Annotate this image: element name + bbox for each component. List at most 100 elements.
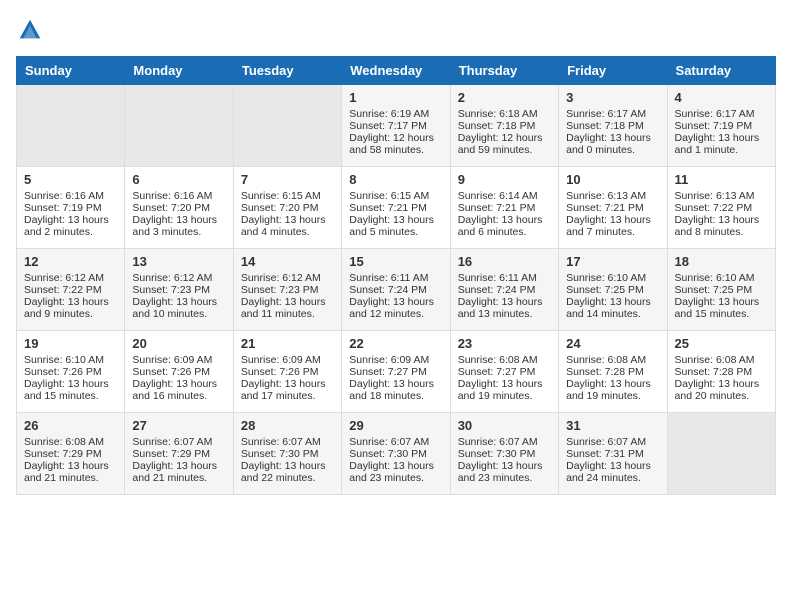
- sunrise-text: Sunrise: 6:07 AM: [132, 436, 212, 448]
- sunrise-text: Sunrise: 6:16 AM: [132, 190, 212, 202]
- day-number: 24: [566, 336, 659, 351]
- calendar-cell: [17, 85, 125, 167]
- day-number: 25: [675, 336, 768, 351]
- sunset-text: Sunset: 7:25 PM: [675, 284, 753, 296]
- column-header-sunday: Sunday: [17, 57, 125, 85]
- sunset-text: Sunset: 7:30 PM: [349, 448, 427, 460]
- sunset-text: Sunset: 7:19 PM: [675, 120, 753, 132]
- sunrise-text: Sunrise: 6:10 AM: [675, 272, 755, 284]
- sunset-text: Sunset: 7:20 PM: [132, 202, 210, 214]
- calendar-cell: 6 Sunrise: 6:16 AM Sunset: 7:20 PM Dayli…: [125, 167, 233, 249]
- daylight-text: Daylight: 13 hours and 19 minutes.: [458, 378, 543, 402]
- day-number: 22: [349, 336, 442, 351]
- daylight-text: Daylight: 13 hours and 11 minutes.: [241, 296, 326, 320]
- sunset-text: Sunset: 7:17 PM: [349, 120, 427, 132]
- sunset-text: Sunset: 7:26 PM: [132, 366, 210, 378]
- sunset-text: Sunset: 7:26 PM: [241, 366, 319, 378]
- sunrise-text: Sunrise: 6:15 AM: [349, 190, 429, 202]
- sunrise-text: Sunrise: 6:18 AM: [458, 108, 538, 120]
- sunrise-text: Sunrise: 6:07 AM: [458, 436, 538, 448]
- day-number: 20: [132, 336, 225, 351]
- calendar-week-row: 26 Sunrise: 6:08 AM Sunset: 7:29 PM Dayl…: [17, 413, 776, 495]
- calendar-cell: 15 Sunrise: 6:11 AM Sunset: 7:24 PM Dayl…: [342, 249, 450, 331]
- sunrise-text: Sunrise: 6:09 AM: [241, 354, 321, 366]
- day-number: 23: [458, 336, 551, 351]
- daylight-text: Daylight: 13 hours and 23 minutes.: [349, 460, 434, 484]
- calendar-cell: [233, 85, 341, 167]
- daylight-text: Daylight: 13 hours and 2 minutes.: [24, 214, 109, 238]
- daylight-text: Daylight: 13 hours and 12 minutes.: [349, 296, 434, 320]
- calendar-cell: [125, 85, 233, 167]
- day-number: 21: [241, 336, 334, 351]
- sunset-text: Sunset: 7:27 PM: [349, 366, 427, 378]
- daylight-text: Daylight: 12 hours and 58 minutes.: [349, 132, 434, 156]
- calendar-cell: 24 Sunrise: 6:08 AM Sunset: 7:28 PM Dayl…: [559, 331, 667, 413]
- day-number: 31: [566, 418, 659, 433]
- calendar-cell: 9 Sunrise: 6:14 AM Sunset: 7:21 PM Dayli…: [450, 167, 558, 249]
- day-number: 12: [24, 254, 117, 269]
- sunset-text: Sunset: 7:23 PM: [132, 284, 210, 296]
- sunset-text: Sunset: 7:19 PM: [24, 202, 102, 214]
- sunrise-text: Sunrise: 6:07 AM: [349, 436, 429, 448]
- sunrise-text: Sunrise: 6:19 AM: [349, 108, 429, 120]
- calendar-cell: 12 Sunrise: 6:12 AM Sunset: 7:22 PM Dayl…: [17, 249, 125, 331]
- daylight-text: Daylight: 13 hours and 1 minute.: [675, 132, 760, 156]
- calendar-cell: 30 Sunrise: 6:07 AM Sunset: 7:30 PM Dayl…: [450, 413, 558, 495]
- day-number: 27: [132, 418, 225, 433]
- calendar-cell: 20 Sunrise: 6:09 AM Sunset: 7:26 PM Dayl…: [125, 331, 233, 413]
- daylight-text: Daylight: 13 hours and 15 minutes.: [24, 378, 109, 402]
- calendar-cell: 2 Sunrise: 6:18 AM Sunset: 7:18 PM Dayli…: [450, 85, 558, 167]
- sunrise-text: Sunrise: 6:07 AM: [241, 436, 321, 448]
- calendar-cell: 1 Sunrise: 6:19 AM Sunset: 7:17 PM Dayli…: [342, 85, 450, 167]
- sunset-text: Sunset: 7:18 PM: [458, 120, 536, 132]
- calendar-cell: 29 Sunrise: 6:07 AM Sunset: 7:30 PM Dayl…: [342, 413, 450, 495]
- daylight-text: Daylight: 13 hours and 18 minutes.: [349, 378, 434, 402]
- daylight-text: Daylight: 13 hours and 0 minutes.: [566, 132, 651, 156]
- sunrise-text: Sunrise: 6:08 AM: [566, 354, 646, 366]
- day-number: 2: [458, 90, 551, 105]
- sunrise-text: Sunrise: 6:08 AM: [675, 354, 755, 366]
- sunset-text: Sunset: 7:21 PM: [566, 202, 644, 214]
- sunrise-text: Sunrise: 6:17 AM: [675, 108, 755, 120]
- calendar-cell: 8 Sunrise: 6:15 AM Sunset: 7:21 PM Dayli…: [342, 167, 450, 249]
- sunset-text: Sunset: 7:24 PM: [458, 284, 536, 296]
- day-number: 10: [566, 172, 659, 187]
- sunset-text: Sunset: 7:29 PM: [24, 448, 102, 460]
- day-number: 14: [241, 254, 334, 269]
- calendar-cell: 16 Sunrise: 6:11 AM Sunset: 7:24 PM Dayl…: [450, 249, 558, 331]
- day-number: 30: [458, 418, 551, 433]
- sunset-text: Sunset: 7:21 PM: [458, 202, 536, 214]
- calendar-cell: 3 Sunrise: 6:17 AM Sunset: 7:18 PM Dayli…: [559, 85, 667, 167]
- sunrise-text: Sunrise: 6:08 AM: [458, 354, 538, 366]
- daylight-text: Daylight: 12 hours and 59 minutes.: [458, 132, 543, 156]
- daylight-text: Daylight: 13 hours and 13 minutes.: [458, 296, 543, 320]
- calendar-week-row: 19 Sunrise: 6:10 AM Sunset: 7:26 PM Dayl…: [17, 331, 776, 413]
- sunset-text: Sunset: 7:25 PM: [566, 284, 644, 296]
- column-header-tuesday: Tuesday: [233, 57, 341, 85]
- daylight-text: Daylight: 13 hours and 23 minutes.: [458, 460, 543, 484]
- daylight-text: Daylight: 13 hours and 24 minutes.: [566, 460, 651, 484]
- daylight-text: Daylight: 13 hours and 10 minutes.: [132, 296, 217, 320]
- sunrise-text: Sunrise: 6:08 AM: [24, 436, 104, 448]
- calendar-cell: 17 Sunrise: 6:10 AM Sunset: 7:25 PM Dayl…: [559, 249, 667, 331]
- daylight-text: Daylight: 13 hours and 4 minutes.: [241, 214, 326, 238]
- sunset-text: Sunset: 7:21 PM: [349, 202, 427, 214]
- daylight-text: Daylight: 13 hours and 21 minutes.: [132, 460, 217, 484]
- sunset-text: Sunset: 7:30 PM: [241, 448, 319, 460]
- sunset-text: Sunset: 7:27 PM: [458, 366, 536, 378]
- calendar-cell: 5 Sunrise: 6:16 AM Sunset: 7:19 PM Dayli…: [17, 167, 125, 249]
- sunset-text: Sunset: 7:30 PM: [458, 448, 536, 460]
- daylight-text: Daylight: 13 hours and 7 minutes.: [566, 214, 651, 238]
- sunset-text: Sunset: 7:26 PM: [24, 366, 102, 378]
- calendar-cell: 18 Sunrise: 6:10 AM Sunset: 7:25 PM Dayl…: [667, 249, 775, 331]
- calendar-cell: 22 Sunrise: 6:09 AM Sunset: 7:27 PM Dayl…: [342, 331, 450, 413]
- day-number: 7: [241, 172, 334, 187]
- sunrise-text: Sunrise: 6:13 AM: [566, 190, 646, 202]
- column-header-saturday: Saturday: [667, 57, 775, 85]
- day-number: 18: [675, 254, 768, 269]
- day-number: 13: [132, 254, 225, 269]
- day-number: 5: [24, 172, 117, 187]
- sunrise-text: Sunrise: 6:11 AM: [458, 272, 537, 284]
- sunrise-text: Sunrise: 6:11 AM: [349, 272, 428, 284]
- column-header-wednesday: Wednesday: [342, 57, 450, 85]
